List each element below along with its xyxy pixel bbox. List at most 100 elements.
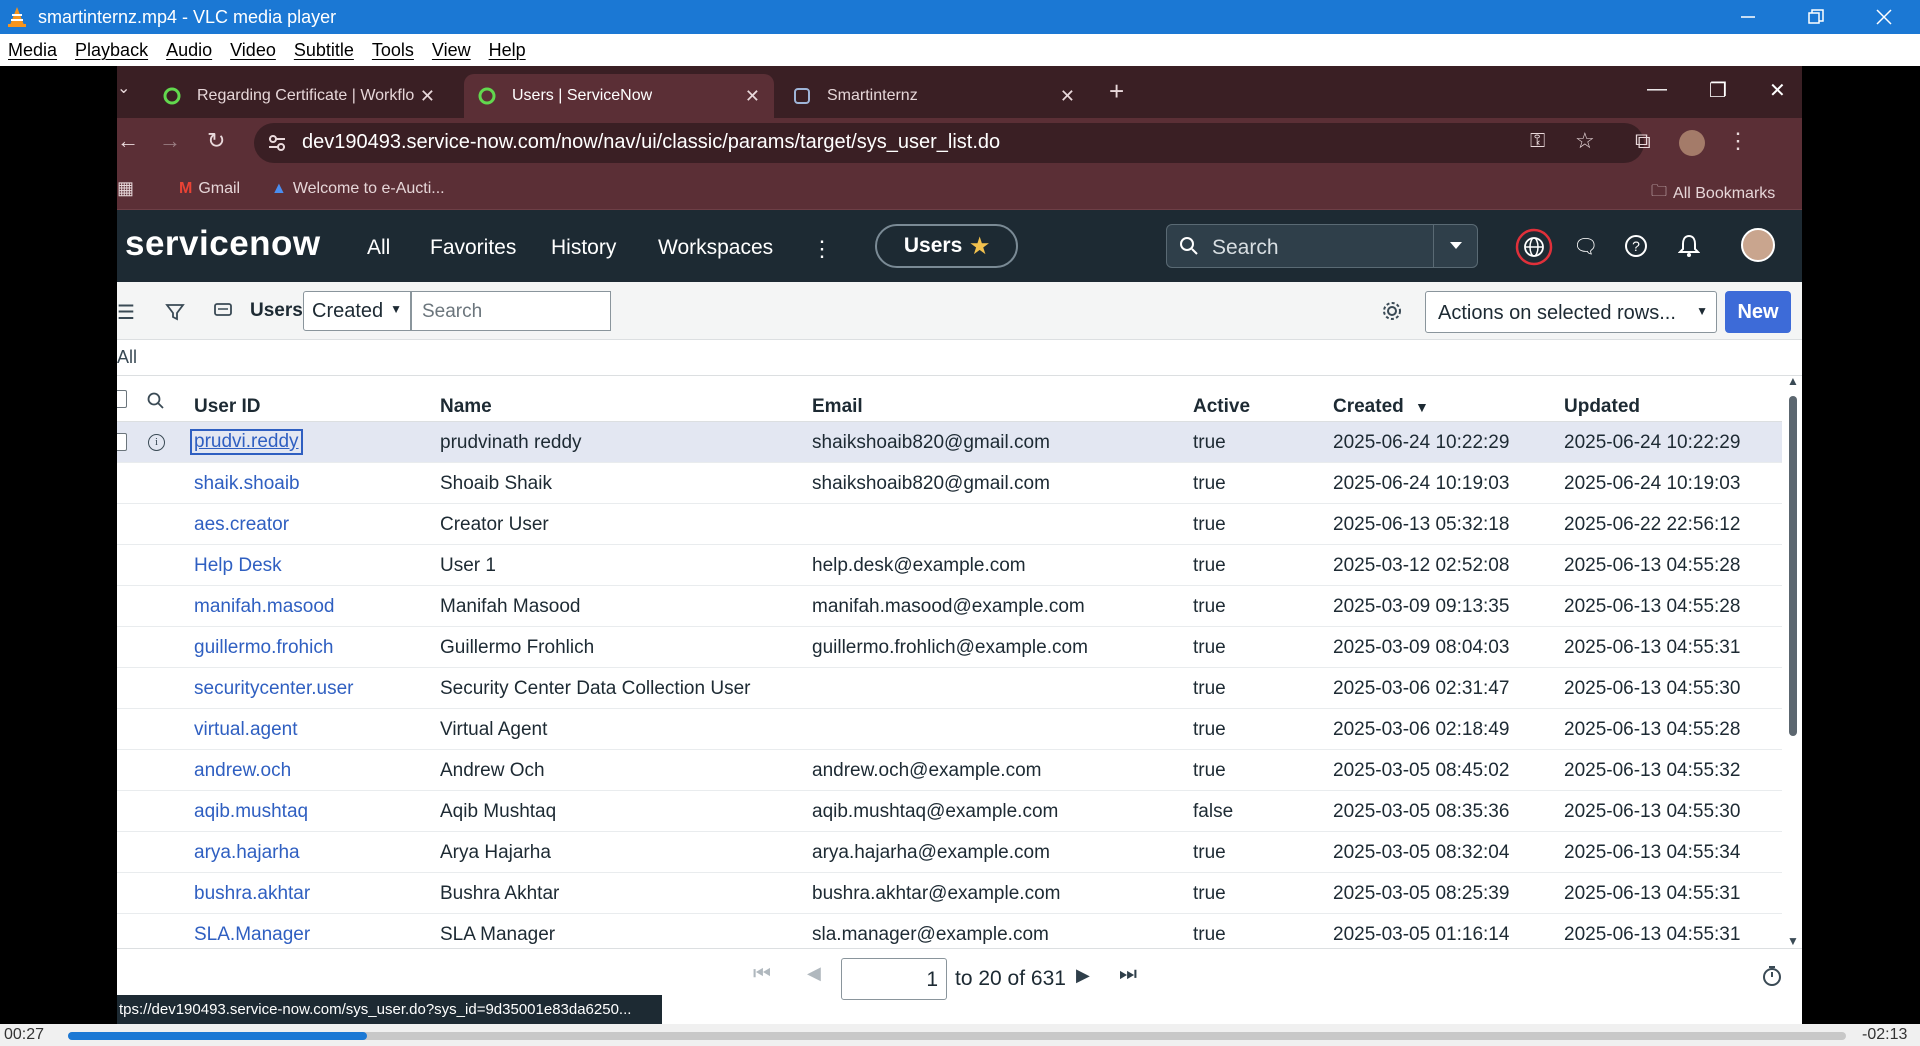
previous-page-icon[interactable]: ◀ (807, 963, 821, 984)
profile-avatar[interactable] (1679, 130, 1705, 156)
back-icon[interactable]: ← (117, 128, 139, 154)
globe-language-icon[interactable] (1515, 228, 1553, 266)
list-menu-icon[interactable]: ☰ (117, 300, 135, 325)
column-header-name[interactable]: Name (440, 396, 492, 418)
scrollbar-thumb[interactable] (1789, 396, 1797, 736)
user-id-cell[interactable]: arya.hajarha (194, 842, 300, 864)
select-all-checkbox[interactable] (117, 390, 127, 408)
table-row[interactable]: bushra.akhtar Bushra Akhtar bushra.akhtar@… (117, 873, 1782, 914)
nav-history[interactable]: History (551, 236, 616, 260)
table-scrollbar[interactable]: ▲ ▼ (1784, 376, 1802, 948)
user-id-cell[interactable]: securitycenter.user (194, 678, 353, 700)
user-id-cell[interactable]: SLA.Manager (194, 924, 310, 946)
notifications-bell-icon[interactable] (1678, 234, 1700, 258)
comment-icon[interactable] (213, 302, 233, 320)
tab-close-icon[interactable]: ✕ (745, 86, 760, 107)
menu-playback[interactable]: Playback (75, 40, 148, 61)
table-row[interactable]: i prudvi.reddy prudvinath reddy shaikshoaib… (117, 422, 1782, 463)
browser-menu-icon[interactable]: ⋮ (1727, 128, 1749, 154)
table-row[interactable]: aes.creator Creator User true 2025-06-13 05… (117, 504, 1782, 545)
last-page-icon[interactable]: ⏭ (1119, 963, 1137, 986)
user-id-cell[interactable]: Help Desk (194, 555, 282, 577)
column-header-email[interactable]: Email (812, 396, 863, 418)
column-header-updated[interactable]: Updated (1564, 396, 1640, 418)
nav-favorites[interactable]: Favorites (430, 236, 516, 260)
row-checkbox[interactable] (117, 433, 127, 451)
table-row[interactable]: shaik.shoaib Shoaib Shaik shaikshoaib820@g… (117, 463, 1782, 504)
all-bookmarks[interactable]: 🗀 All Bookmarks (1651, 180, 1775, 207)
new-button[interactable]: New (1725, 291, 1791, 333)
table-row[interactable]: securitycenter.user Security Center Data … (117, 668, 1782, 709)
restore-button[interactable] (1782, 0, 1850, 34)
new-tab-icon[interactable]: + (1109, 76, 1124, 107)
forward-icon[interactable]: → (159, 128, 181, 154)
list-search-input[interactable]: Search (411, 291, 611, 331)
servicenow-logo[interactable]: servicenow (125, 224, 321, 264)
table-row[interactable]: SLA.Manager SLA Manager sla.manager@exampl… (117, 914, 1782, 948)
page-number-input[interactable]: 1 (841, 958, 947, 1000)
user-id-cell[interactable]: manifah.masood (194, 596, 334, 618)
tab-smartinternz[interactable]: Smartinternz ✕ (779, 74, 1089, 118)
column-header-active[interactable]: Active (1193, 396, 1250, 418)
column-header-created[interactable]: Created (1333, 396, 1404, 418)
extensions-icon[interactable]: ⧉ (1635, 128, 1651, 154)
video-area[interactable]: ⌄ Regarding Certificate | Workflo ✕ User… (0, 66, 1920, 1024)
chat-icon[interactable]: 🗨 (1573, 234, 1598, 259)
bookmark-e-auction[interactable]: ▲ Welcome to e-Aucti... (271, 180, 445, 198)
user-id-cell[interactable]: bushra.akhtar (194, 883, 310, 905)
search-scope-dropdown[interactable] (1433, 225, 1477, 267)
next-page-icon[interactable]: ▶ (1076, 965, 1090, 986)
scroll-down-icon[interactable]: ▼ (1787, 934, 1799, 948)
user-id-cell[interactable]: aqib.mushtaq (194, 801, 308, 823)
user-id-cell[interactable]: aes.creator (194, 514, 289, 536)
column-header-user-id[interactable]: User ID (194, 396, 261, 418)
info-icon[interactable]: i (148, 434, 165, 451)
site-info-icon[interactable] (267, 134, 287, 152)
reload-icon[interactable]: ↻ (207, 128, 225, 154)
scroll-up-icon[interactable]: ▲ (1787, 376, 1799, 388)
first-page-icon[interactable]: ⏮ (753, 963, 771, 986)
tab-search-chevron-icon[interactable]: ⌄ (117, 78, 130, 98)
menu-view[interactable]: View (432, 40, 471, 61)
bookmark-star-icon[interactable]: ☆ (1575, 128, 1595, 154)
breadcrumb[interactable]: All (117, 347, 137, 368)
user-id-cell[interactable]: shaik.shoaib (194, 473, 300, 495)
user-id-cell[interactable]: andrew.och (194, 760, 291, 782)
tab-users-servicenow[interactable]: Users | ServiceNow ✕ (464, 74, 774, 118)
menu-audio[interactable]: Audio (166, 40, 212, 61)
user-id-cell[interactable]: prudvi.reddy (190, 429, 303, 455)
settings-gear-icon[interactable] (1381, 300, 1403, 322)
bookmark-gmail[interactable]: M Gmail (179, 180, 240, 198)
table-row[interactable]: arya.hajarha Arya Hajarha arya.hajarha@exa… (117, 832, 1782, 873)
seek-slider[interactable] (68, 1032, 1846, 1040)
users-context-pill[interactable]: Users ★ (875, 224, 1018, 268)
password-key-icon[interactable]: ⚿ (1530, 130, 1545, 153)
table-row[interactable]: manifah.masood Manifah Masood manifah.maso… (117, 586, 1782, 627)
browser-restore-icon[interactable]: ❐ (1709, 78, 1727, 103)
browser-minimize-icon[interactable]: — (1647, 78, 1667, 101)
global-search[interactable]: Search (1166, 224, 1478, 268)
nav-more-icon[interactable]: ⋮ (811, 236, 833, 262)
response-time-icon[interactable] (1762, 965, 1782, 987)
nav-workspaces[interactable]: Workspaces (658, 236, 773, 260)
filter-icon[interactable] (165, 302, 185, 322)
user-avatar[interactable] (1741, 228, 1775, 262)
tab-close-icon[interactable]: ✕ (1060, 86, 1075, 107)
user-id-cell[interactable]: guillermo.frohich (194, 637, 333, 659)
table-row[interactable]: andrew.och Andrew Och andrew.och@example.c… (117, 750, 1782, 791)
table-row[interactable]: aqib.mushtaq Aqib Mushtaq aqib.mushtaq@exa… (117, 791, 1782, 832)
favorite-star-icon[interactable]: ★ (970, 234, 989, 259)
tab-certificate[interactable]: Regarding Certificate | Workflo ✕ (149, 74, 449, 118)
menu-help[interactable]: Help (489, 40, 526, 61)
table-row[interactable]: Help Desk User 1 help.desk@example.com true… (117, 545, 1782, 586)
minimize-button[interactable] (1714, 0, 1782, 34)
column-search-icon[interactable] (147, 392, 165, 410)
tab-close-icon[interactable]: ✕ (420, 86, 435, 107)
search-field-select[interactable]: Created ▼ (303, 291, 411, 331)
nav-all[interactable]: All (367, 236, 390, 260)
table-row[interactable]: guillermo.frohich Guillermo Frohlich guill… (117, 627, 1782, 668)
apps-grid-icon[interactable]: ▦ (117, 178, 134, 199)
close-button[interactable] (1850, 0, 1918, 34)
menu-media[interactable]: Media (8, 40, 57, 61)
table-row[interactable]: virtual.agent Virtual Agent true 2025-03-06… (117, 709, 1782, 750)
